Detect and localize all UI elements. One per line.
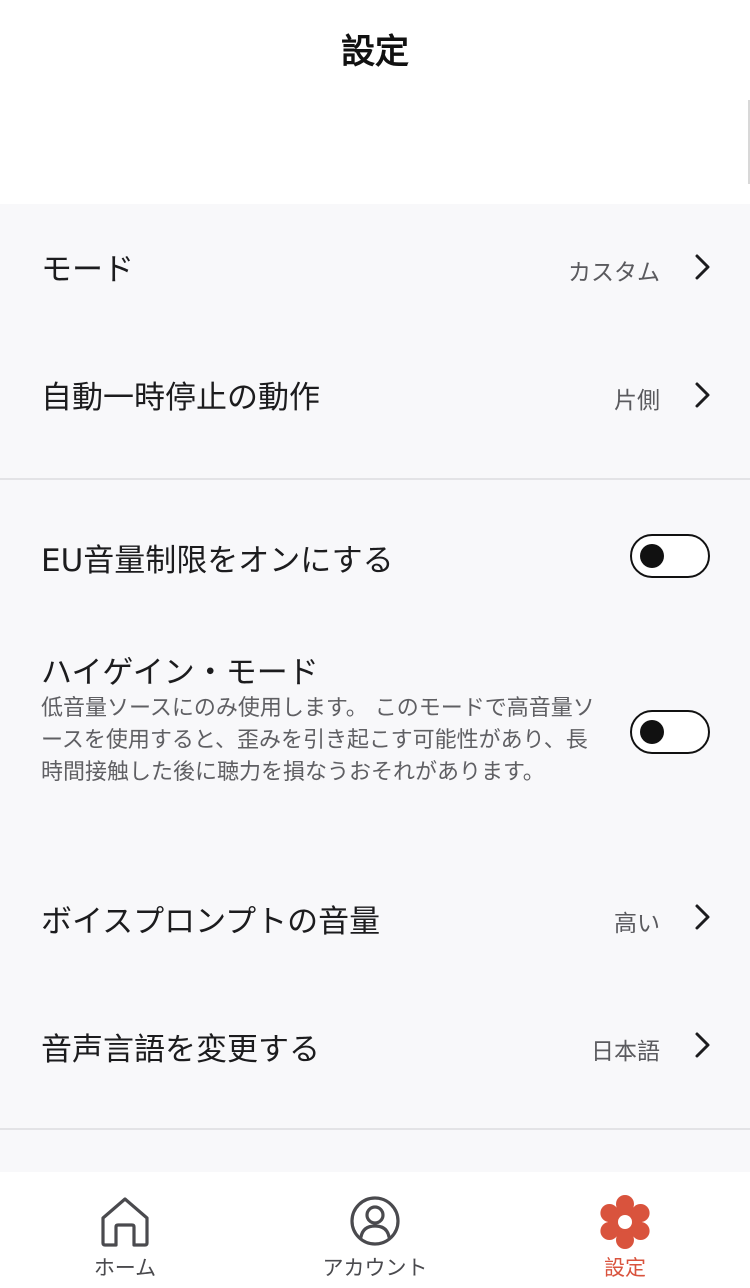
tab-bar: ホーム アカウント 設定 [0,1172,750,1288]
auto-pause-value: 片側 [614,388,660,414]
eu-volume-row: EU音量制限をオンにする [0,500,750,612]
chevron-right-icon [695,904,710,930]
tab-account-label: アカウント [322,1256,428,1280]
chevron-right-icon [695,1032,710,1058]
voice-language-row[interactable]: 音声言語を変更する 日本語 [0,980,750,1110]
toggle-knob [640,720,664,744]
voice-prompt-volume-label: ボイスプロンプトの音量 [41,904,381,940]
gear-icon [600,1195,650,1249]
mode-label: モード [41,252,134,288]
auto-pause-row[interactable]: 自動一時停止の動作 片側 [0,332,750,460]
eu-volume-label: EU音量制限をオンにする [41,543,394,579]
chevron-right-icon [695,254,710,280]
voice-prompt-volume-row[interactable]: ボイスプロンプトの音量 高い [0,852,750,980]
account-icon [350,1196,400,1246]
mode-row[interactable]: モード カスタム [0,204,750,332]
auto-pause-label: 自動一時停止の動作 [41,380,320,416]
home-icon [101,1197,149,1247]
page-title: 設定 [341,32,409,72]
mode-value: カスタム [568,260,660,286]
voice-language-value: 日本語 [591,1039,660,1065]
section-divider [0,478,750,480]
eu-volume-toggle[interactable] [630,534,710,578]
voice-prompt-volume-value: 高い [614,911,660,937]
section-divider [0,1128,750,1130]
toggle-knob [640,544,664,568]
voice-language-label: 音声言語を変更する [41,1032,320,1068]
header: 設定 [0,0,750,204]
chevron-right-icon [695,382,710,408]
high-gain-label: ハイゲイン・モード [41,655,319,691]
high-gain-toggle[interactable] [630,710,710,754]
tab-home[interactable]: ホーム [0,1172,250,1288]
tab-home-label: ホーム [93,1256,157,1280]
high-gain-description: 低音量ソースにのみ使用します。 このモードで高音量ソースを使用すると、歪みを引き… [41,696,595,785]
tab-account[interactable]: アカウント [250,1172,500,1288]
tab-settings-label: 設定 [604,1256,646,1280]
tab-settings[interactable]: 設定 [500,1172,750,1288]
